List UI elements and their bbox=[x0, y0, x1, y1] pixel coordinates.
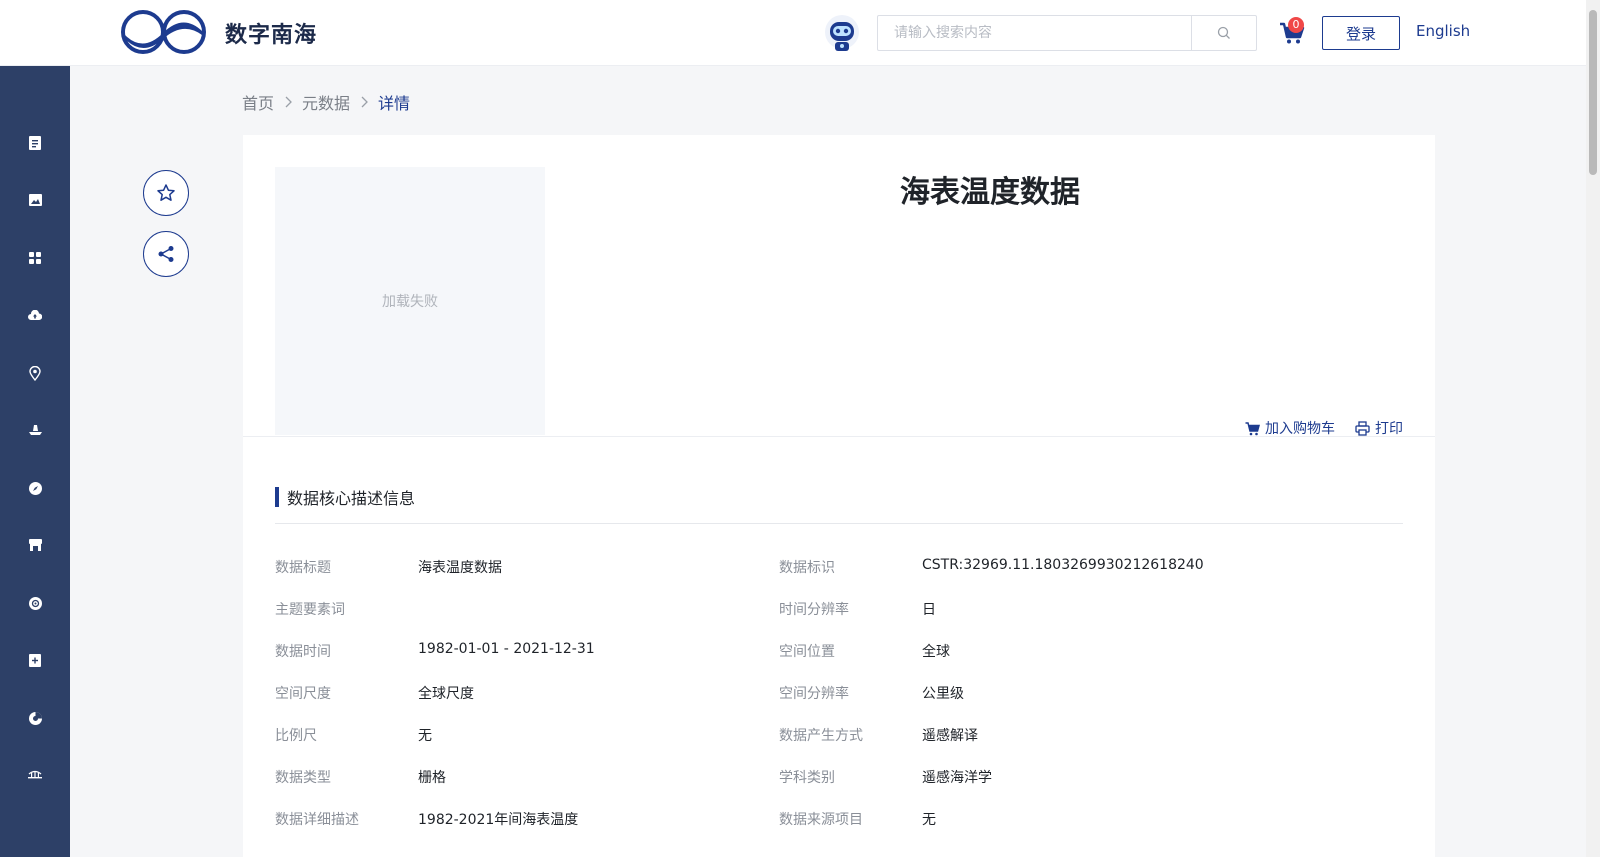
field-value: 1982-01-01 - 2021-12-31 bbox=[418, 641, 595, 657]
section-title: 数据核心描述信息 bbox=[287, 489, 416, 508]
printer-icon bbox=[1355, 420, 1370, 436]
sidebar-item-store[interactable] bbox=[14, 524, 56, 566]
favorite-button[interactable] bbox=[143, 170, 189, 216]
breadcrumb: 首页 元数据 详情 bbox=[242, 90, 410, 114]
chevron-right-icon bbox=[284, 96, 292, 108]
apps-icon bbox=[29, 252, 41, 264]
left-sidebar bbox=[0, 66, 70, 857]
sidebar-item-compass[interactable] bbox=[14, 467, 56, 509]
sidebar-item-image[interactable] bbox=[14, 179, 56, 221]
pie-chart-icon bbox=[28, 711, 42, 725]
scrollbar-thumb[interactable] bbox=[1589, 10, 1597, 175]
search-icon bbox=[1217, 26, 1230, 39]
metadata-row: 比例尺 无 数据产生方式 遥感解译 bbox=[275, 714, 1403, 756]
print-button[interactable]: 打印 bbox=[1355, 418, 1403, 438]
add-to-cart-label: 加入购物车 bbox=[1265, 421, 1335, 437]
language-switch[interactable]: English bbox=[1416, 22, 1470, 40]
brand-name[interactable]: 数字南海 bbox=[225, 17, 317, 49]
divider bbox=[243, 436, 1435, 437]
field-label: 空间位置 bbox=[779, 644, 835, 660]
page-title: 海表温度数据 bbox=[900, 175, 1080, 210]
search-box bbox=[877, 15, 1257, 51]
star-icon bbox=[157, 184, 175, 201]
metadata-row: 主题要素词 时间分辨率 日 bbox=[275, 588, 1403, 630]
compass-icon bbox=[28, 481, 42, 495]
ship-icon bbox=[28, 425, 42, 435]
field-value: 全球 bbox=[922, 644, 950, 660]
field-label: 数据产生方式 bbox=[779, 728, 863, 744]
field-label: 空间分辨率 bbox=[779, 686, 849, 702]
section-divider bbox=[275, 523, 1403, 524]
field-label: 时间分辨率 bbox=[779, 602, 849, 618]
field-value: 遥感海洋学 bbox=[922, 770, 992, 786]
field-label: 主题要素词 bbox=[275, 602, 345, 618]
metadata-grid: 数据标题 海表温度数据 数据标识 CSTR:32969.11.18032699302… bbox=[275, 546, 1403, 840]
share-button[interactable] bbox=[143, 231, 189, 277]
add-box-icon bbox=[29, 653, 41, 667]
breadcrumb-current: 详情 bbox=[378, 94, 411, 113]
store-icon bbox=[28, 539, 42, 551]
thumbnail-placeholder: 加载失败 bbox=[275, 167, 545, 435]
cloud-upload-icon bbox=[28, 309, 42, 320]
detail-actions: 加入购物车 打印 bbox=[1245, 418, 1403, 438]
field-value: 无 bbox=[922, 812, 936, 828]
thumbnail-error-text: 加载失败 bbox=[382, 294, 438, 310]
field-value: 无 bbox=[418, 728, 432, 744]
cart-count-badge: 0 bbox=[1288, 17, 1304, 33]
field-label: 空间尺度 bbox=[275, 686, 331, 702]
field-label: 数据详细描述 bbox=[275, 812, 359, 828]
detail-card: 加载失败 海表温度数据 加入购物车 打印 数据核心描述信息 数据标题 海表温度数据… bbox=[243, 135, 1435, 857]
cart-icon bbox=[1245, 421, 1260, 435]
field-label: 数据标题 bbox=[275, 560, 331, 576]
metadata-row: 数据详细描述 1982-2021年间海表温度 数据来源项目 无 bbox=[275, 798, 1403, 840]
globe-icon bbox=[28, 596, 42, 610]
field-label: 数据类型 bbox=[275, 770, 331, 786]
chevron-right-icon bbox=[360, 96, 368, 108]
location-icon bbox=[29, 365, 41, 381]
sidebar-item-location[interactable] bbox=[14, 352, 56, 394]
sidebar-item-ship[interactable] bbox=[14, 409, 56, 451]
section-accent-bar bbox=[275, 487, 279, 507]
document-icon bbox=[29, 136, 41, 150]
sidebar-item-stats[interactable] bbox=[14, 697, 56, 739]
section-header: 数据核心描述信息 bbox=[275, 487, 416, 508]
bridge-icon bbox=[28, 770, 42, 778]
search-input[interactable] bbox=[878, 16, 1191, 50]
field-value: 栅格 bbox=[418, 770, 446, 786]
logo-icon[interactable] bbox=[121, 9, 206, 55]
metadata-row: 空间尺度 全球尺度 空间分辨率 公里级 bbox=[275, 672, 1403, 714]
sidebar-item-bridge[interactable] bbox=[14, 754, 56, 796]
sidebar-item-globe[interactable] bbox=[14, 582, 56, 624]
field-value: CSTR:32969.11.1803269930212618240 bbox=[922, 557, 1204, 573]
field-label: 数据来源项目 bbox=[779, 812, 863, 828]
field-label: 学科类别 bbox=[779, 770, 835, 786]
field-label: 数据标识 bbox=[779, 560, 835, 576]
metadata-row: 数据时间 1982-01-01 - 2021-12-31 空间位置 全球 bbox=[275, 630, 1403, 672]
metadata-row: 数据标题 海表温度数据 数据标识 CSTR:32969.11.18032699302… bbox=[275, 546, 1403, 588]
breadcrumb-metadata[interactable]: 元数据 bbox=[302, 90, 350, 114]
breadcrumb-home[interactable]: 首页 bbox=[242, 90, 274, 114]
sidebar-item-cloud[interactable] bbox=[14, 294, 56, 336]
field-value: 日 bbox=[922, 602, 936, 618]
field-value: 海表温度数据 bbox=[418, 560, 502, 576]
share-icon bbox=[158, 246, 174, 262]
sidebar-item-document[interactable] bbox=[14, 122, 56, 164]
field-value: 全球尺度 bbox=[418, 686, 474, 702]
field-value: 1982-2021年间海表温度 bbox=[418, 812, 579, 828]
field-value: 遥感解译 bbox=[922, 728, 978, 744]
robot-assistant-icon[interactable] bbox=[822, 13, 862, 55]
metadata-row: 数据类型 栅格 学科类别 遥感海洋学 bbox=[275, 756, 1403, 798]
image-icon bbox=[28, 194, 42, 206]
sidebar-item-apps[interactable] bbox=[14, 237, 56, 279]
field-label: 比例尺 bbox=[275, 728, 317, 744]
print-label: 打印 bbox=[1375, 421, 1403, 437]
top-header: 数字南海 0 登录 English bbox=[0, 0, 1586, 66]
field-value: 公里级 bbox=[922, 686, 964, 702]
sidebar-item-add[interactable] bbox=[14, 639, 56, 681]
add-to-cart-button[interactable]: 加入购物车 bbox=[1245, 418, 1335, 438]
login-button[interactable]: 登录 bbox=[1322, 16, 1400, 50]
field-label: 数据时间 bbox=[275, 644, 331, 660]
search-button[interactable] bbox=[1191, 16, 1256, 50]
